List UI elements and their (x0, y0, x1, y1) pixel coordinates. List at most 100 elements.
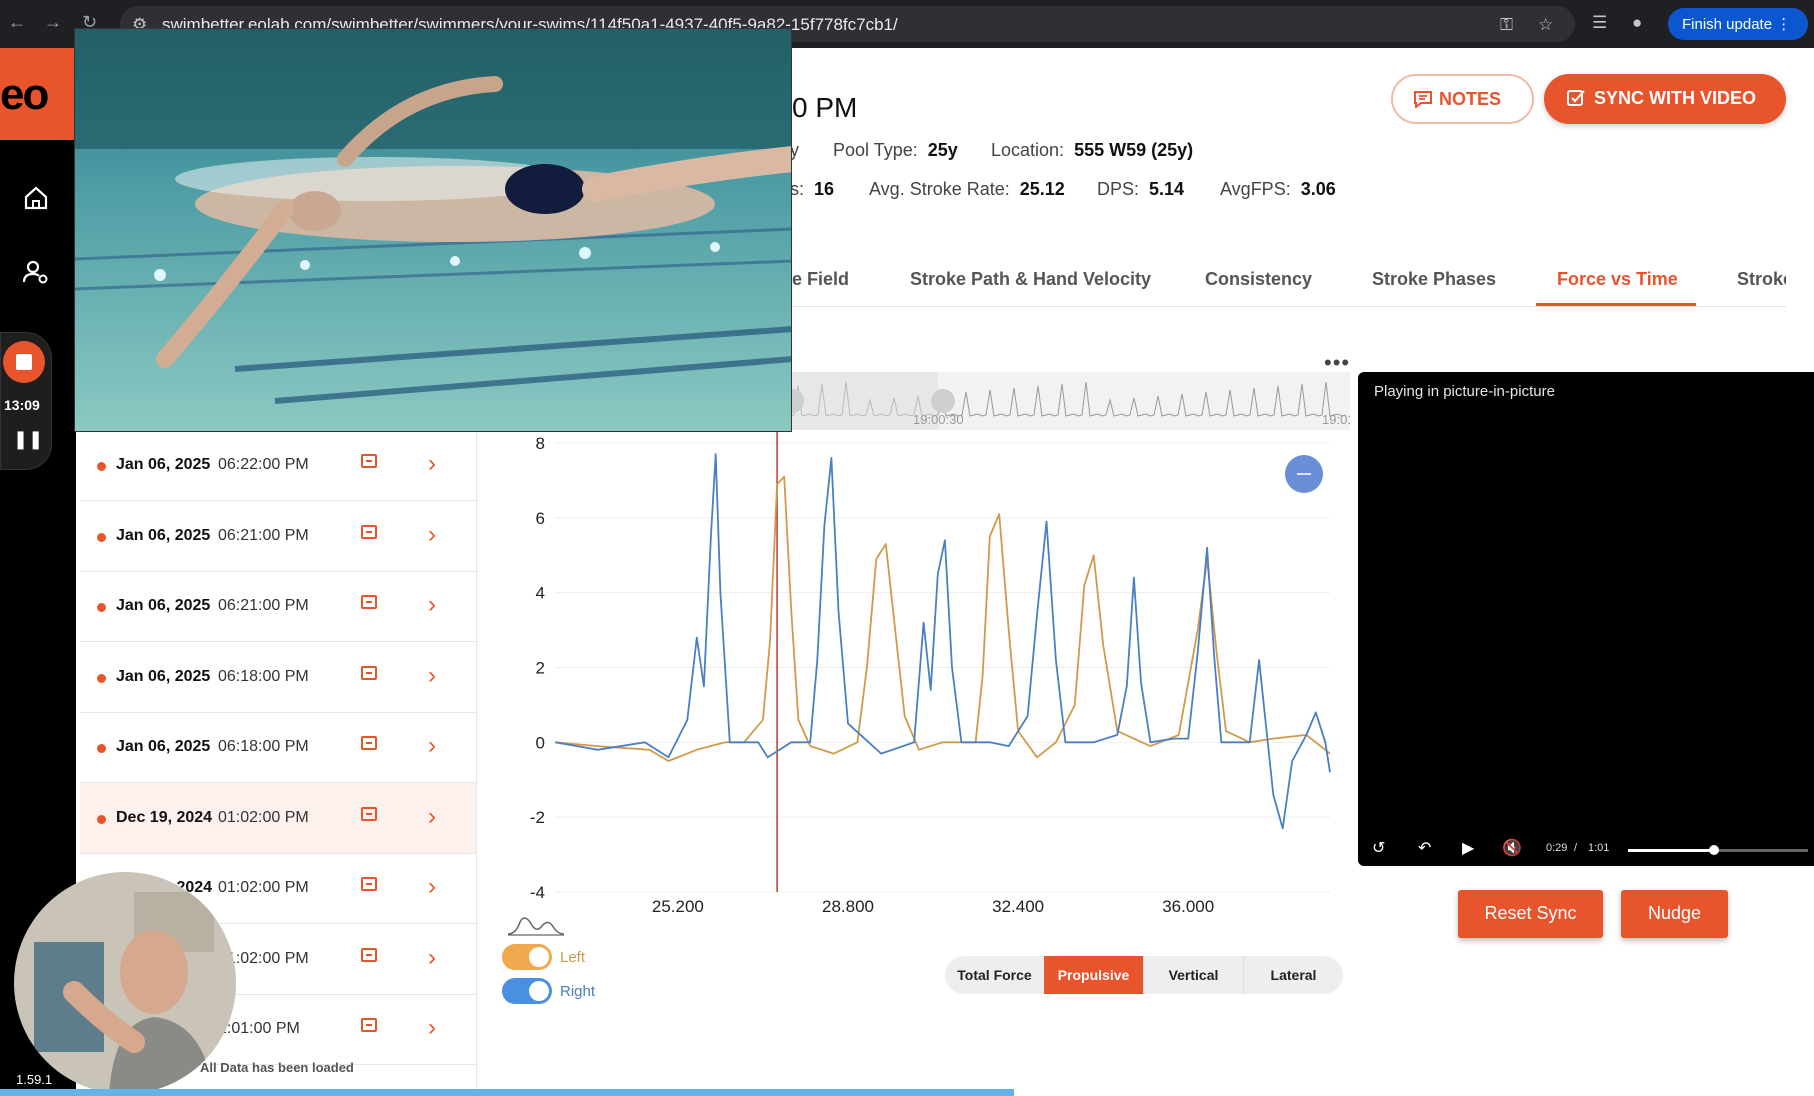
chevron-right-icon[interactable]: › (428, 1014, 436, 1042)
mute-icon[interactable]: 🔇 (1502, 838, 1522, 858)
session-row[interactable]: Jan 06, 2025 06:22:00 PM › (80, 430, 477, 501)
x-tick-label: 25.200 (652, 897, 704, 916)
overview-tick-label: 19:01:00 (1322, 412, 1350, 427)
session-notes-icon[interactable] (361, 877, 377, 891)
stop-recording-button[interactable] (3, 341, 45, 383)
webcam-bubble[interactable] (14, 872, 236, 1094)
y-tick-label: -2 (530, 808, 545, 827)
meta-strokes: s: 16 (790, 179, 835, 199)
chevron-right-icon[interactable]: › (428, 521, 436, 549)
password-key-icon[interactable]: ⚿ (1500, 15, 1513, 35)
legend-left-label: Left (560, 949, 586, 966)
notes-icon (1414, 91, 1432, 110)
nudge-button[interactable]: Nudge (1621, 890, 1728, 938)
list-footer: All Data has been loaded (200, 1060, 354, 1075)
session-dot (97, 814, 106, 824)
pip-seek-knob[interactable] (1709, 845, 1720, 855)
overview-handle-right (931, 389, 955, 413)
force-time-chart: 19:00:30 19:01:00 8 6 4 2 0 -2 -4 25.200 28.800 32.… (530, 372, 1350, 916)
sync-with-video-button[interactable]: SYNC WITH VIDEO (1544, 74, 1786, 124)
forward-icon[interactable]: → (44, 12, 62, 33)
session-date: Dec 19, 2024 (116, 808, 213, 826)
chevron-right-icon[interactable]: › (428, 944, 436, 972)
session-date: Jan 06, 2025 (116, 738, 211, 755)
tab-force-vs-time[interactable]: Force vs Time (1557, 269, 1678, 290)
notes-button[interactable]: NOTES (1391, 74, 1534, 124)
session-notes-icon[interactable] (361, 736, 377, 750)
smoothing-icon[interactable] (506, 912, 566, 938)
reset-sync-button[interactable]: Reset Sync (1458, 890, 1603, 938)
home-icon[interactable] (22, 184, 50, 219)
media-queue-icon[interactable]: ☰ (1592, 13, 1607, 33)
y-tick-label: 8 (536, 434, 545, 453)
pip-video-panel: Playing in picture-in-picture ↺ ↶ ▶ 🔇 0:… (1358, 372, 1814, 866)
session-date: Jan 06, 2025 (116, 526, 211, 544)
session-notes-icon[interactable] (361, 454, 377, 468)
replay-icon[interactable]: ↺ (1372, 838, 1385, 858)
session-time: 06:21:00 PM (218, 597, 309, 614)
y-tick-label: 6 (536, 509, 545, 528)
session-notes-icon[interactable] (361, 806, 377, 821)
mode-total-force[interactable]: Total Force (945, 956, 1044, 994)
meta-avg-fps: AvgFPS: 3.06 (1220, 179, 1336, 199)
session-date: Jan 06, 2025 (116, 456, 211, 473)
finish-update-button[interactable]: Finish update ⋮ (1668, 8, 1808, 40)
chevron-right-icon[interactable]: › (428, 803, 436, 831)
session-notes-icon[interactable] (361, 947, 377, 962)
app-version: 1.59.1 (16, 1072, 53, 1087)
chevron-right-icon[interactable]: › (428, 450, 436, 478)
session-notes-icon[interactable] (361, 524, 377, 539)
mode-propulsive[interactable]: Propulsive (1044, 956, 1143, 994)
session-date: Jan 06, 2025 (116, 667, 211, 685)
pause-icon[interactable]: ❚❚ (13, 429, 43, 450)
tab-stroke-phases[interactable]: Stroke Phases (1372, 269, 1496, 290)
chevron-right-icon[interactable]: › (428, 662, 436, 690)
edit-check-icon (1567, 90, 1585, 106)
session-row[interactable]: Dec 19, 2024 01:02:00 PM › (80, 782, 477, 854)
session-notes-icon[interactable] (361, 665, 377, 680)
session-time: 01:02:00 PM (218, 808, 309, 826)
tab-bar: e Field Stroke Path & Hand Velocity Cons… (792, 255, 1786, 307)
tab-stroke-more[interactable]: Stroke (1737, 269, 1786, 290)
swim-title: 0 PM (792, 92, 858, 123)
session-row[interactable]: Jan 06, 2025 06:21:00 PM › (80, 571, 477, 642)
pip-current-time: 0:29 (1546, 842, 1568, 854)
analysis-tabs: e Field Stroke Path & Hand Velocity Cons… (792, 255, 1786, 307)
session-dot (97, 462, 106, 471)
mode-lateral[interactable]: Lateral (1243, 956, 1343, 994)
upload-progress-bar (0, 1089, 1014, 1096)
bookmark-star-icon[interactable]: ☆ (1538, 15, 1553, 35)
app-page: ← → ↻ ⚙ swimbetter.eolab.com/swimbetter/… (0, 0, 1814, 1096)
y-tick-label: 4 (536, 584, 545, 603)
meta-dps: DPS: 5.14 (1097, 179, 1185, 199)
right-series-toggle[interactable] (502, 978, 552, 1004)
left-series-toggle[interactable] (502, 944, 552, 970)
user-gear-icon[interactable] (22, 258, 50, 293)
tab-stroke-path[interactable]: Stroke Path & Hand Velocity (910, 269, 1151, 290)
chevron-right-icon[interactable]: › (428, 591, 436, 619)
session-dot (97, 744, 106, 753)
session-row[interactable]: Jan 06, 2025 06:18:00 PM › (80, 712, 477, 783)
meta-pool-type: Pool Type: 25y (833, 140, 958, 160)
profile-icon[interactable]: ● (1632, 13, 1642, 33)
floating-swim-video[interactable] (74, 28, 792, 432)
y-tick-label: 2 (536, 659, 545, 678)
x-tick-label: 32.400 (992, 897, 1044, 916)
chevron-right-icon[interactable]: › (428, 732, 436, 760)
play-icon[interactable]: ▶ (1462, 838, 1474, 858)
rewind-icon[interactable]: ↶ (1418, 838, 1431, 858)
meta-stroke-rate: Avg. Stroke Rate: 25.12 (869, 179, 1065, 199)
session-notes-icon[interactable] (361, 595, 377, 609)
chevron-right-icon[interactable]: › (428, 873, 436, 901)
back-icon[interactable]: ← (8, 12, 26, 33)
x-tick-label: 36.000 (1162, 897, 1214, 916)
webcam-feed (14, 872, 236, 1094)
logo-box[interactable]: eo (0, 48, 76, 140)
mode-vertical[interactable]: Vertical (1143, 956, 1243, 994)
session-row[interactable]: Jan 06, 2025 06:21:00 PM › (80, 501, 477, 572)
session-notes-icon[interactable] (361, 1018, 377, 1032)
session-row[interactable]: Jan 06, 2025 06:18:00 PM › (80, 642, 477, 713)
tab-consistency[interactable]: Consistency (1205, 269, 1312, 290)
pip-seek-bar[interactable] (1628, 845, 1808, 855)
tab-field[interactable]: e Field (792, 269, 849, 290)
